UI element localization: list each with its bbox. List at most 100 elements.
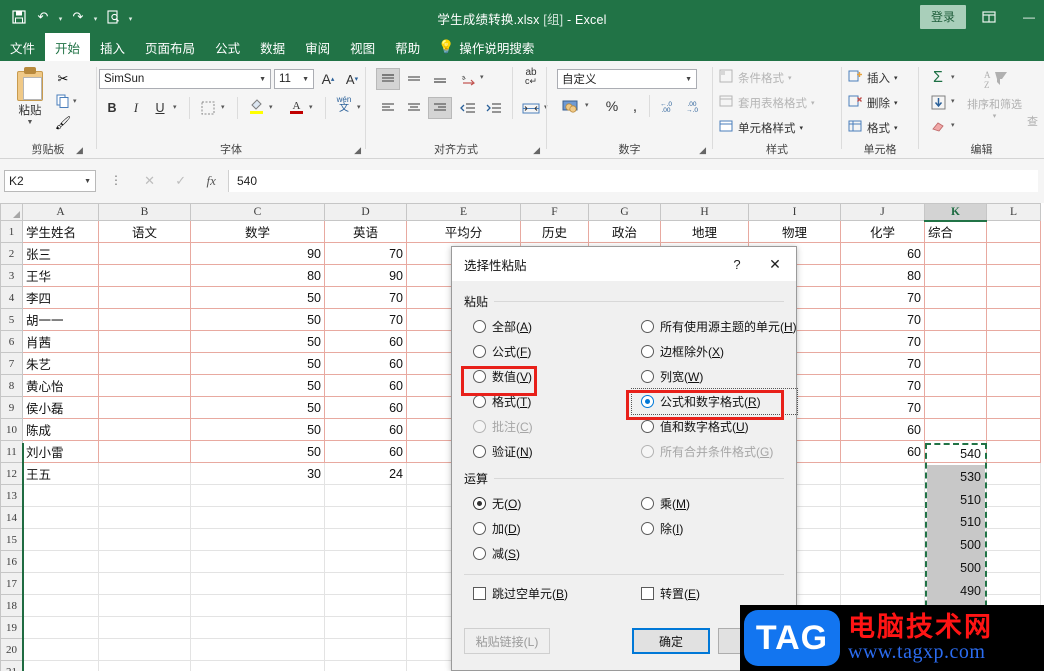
phonetic-guide-icon[interactable]: wén 文 (331, 94, 357, 116)
checkbox-option-E[interactable]: 转置(E) (632, 581, 784, 606)
number-format-combo[interactable]: 自定义 ▼ (557, 69, 697, 89)
grid-cell[interactable]: 70 (840, 286, 925, 309)
cell-styles-button[interactable]: 单元格样式 ▾ (719, 119, 803, 136)
grid-cell[interactable] (324, 616, 407, 639)
grid-cell[interactable] (190, 638, 325, 661)
merge-cells-icon[interactable] (518, 97, 544, 119)
grid-cell[interactable]: 50 (190, 330, 325, 353)
copy-dropdown-icon[interactable]: ▾ (73, 97, 77, 105)
grid-cell[interactable] (924, 396, 987, 419)
grid-cell[interactable]: 50 (190, 308, 325, 331)
redo-icon[interactable]: ↷ (67, 6, 89, 28)
grid-cell-k[interactable]: 500 (927, 557, 985, 580)
grid-cell[interactable] (840, 506, 925, 529)
tab-page-layout[interactable]: 页面布局 (135, 33, 205, 61)
row-header-2[interactable]: 2 (0, 242, 23, 265)
grid-cell[interactable]: 70 (840, 396, 925, 419)
row-header-9[interactable]: 9 (0, 396, 23, 419)
font-color-dropdown-icon[interactable]: ▾ (309, 103, 313, 111)
grid-cell[interactable]: 90 (190, 242, 325, 265)
grid-cell[interactable] (986, 528, 1041, 551)
grid-cell[interactable]: 30 (190, 462, 325, 485)
column-header-B[interactable]: B (98, 203, 191, 221)
clipboard-dialog-launcher[interactable]: ◢ (76, 145, 83, 156)
row-header-14[interactable]: 14 (0, 506, 23, 529)
grid-cell[interactable] (924, 330, 987, 353)
radio-option-M[interactable]: 乘(M) (632, 491, 784, 516)
number-dialog-launcher[interactable]: ◢ (699, 145, 706, 156)
grid-cell[interactable] (22, 484, 99, 507)
fx-icon[interactable]: fx (206, 173, 215, 189)
grid-cell[interactable]: 80 (840, 264, 925, 287)
grid-cell[interactable] (22, 506, 99, 529)
tab-file[interactable]: 文件 (0, 33, 45, 61)
grid-cell[interactable]: 语文 (98, 220, 191, 243)
column-header-D[interactable]: D (324, 203, 407, 221)
row-header-6[interactable]: 6 (0, 330, 23, 353)
grid-cell[interactable] (190, 506, 325, 529)
checkbox-option-B[interactable]: 跳过空单元(B) (464, 581, 632, 606)
grid-cell[interactable]: 60 (324, 440, 407, 463)
grid-cell[interactable]: 60 (324, 418, 407, 441)
grid-cell[interactable] (190, 594, 325, 617)
font-color-icon[interactable]: A (285, 95, 307, 117)
grid-cell[interactable]: 70 (840, 352, 925, 375)
alignment-dialog-launcher[interactable]: ◢ (533, 145, 540, 156)
align-right-icon[interactable] (428, 97, 452, 119)
autosum-dropdown-icon[interactable]: ▾ (951, 73, 955, 81)
grid-cell[interactable] (324, 506, 407, 529)
grid-cell[interactable] (324, 550, 407, 573)
orientation-icon[interactable]: a (456, 67, 480, 89)
sign-in-button[interactable]: 登录 (919, 4, 966, 29)
grid-cell[interactable]: 张三 (22, 242, 99, 265)
font-size-combo[interactable]: 11 ▼ (274, 69, 314, 89)
grid-cell[interactable] (98, 660, 191, 671)
grid-cell[interactable] (986, 462, 1041, 485)
grid-cell[interactable] (98, 374, 191, 397)
grid-cell[interactable]: 王五 (22, 462, 99, 485)
radio-option-U[interactable]: 值和数字格式(U) (632, 414, 797, 439)
grid-cell-k[interactable]: 490 (927, 580, 985, 603)
grid-cell[interactable] (98, 352, 191, 375)
customize-qat-icon[interactable]: ▾ (126, 6, 135, 28)
radio-option-R[interactable]: 公式和数字格式(R) (631, 388, 798, 415)
grid-cell[interactable]: 50 (190, 440, 325, 463)
insert-cells-button[interactable]: 插入 ▾ (848, 69, 898, 86)
grid-cell[interactable]: 60 (840, 242, 925, 265)
grid-cell[interactable] (324, 594, 407, 617)
grid-cell[interactable] (324, 660, 407, 671)
grid-cell[interactable] (98, 572, 191, 595)
grid-cell[interactable] (190, 572, 325, 595)
grid-cell[interactable] (190, 484, 325, 507)
align-top-icon[interactable] (376, 68, 400, 90)
grid-cell[interactable]: 学生姓名 (22, 220, 99, 243)
grid-cell[interactable] (324, 484, 407, 507)
row-header-15[interactable]: 15 (0, 528, 23, 551)
underline-button[interactable]: U (149, 97, 171, 119)
align-middle-icon[interactable] (402, 68, 426, 90)
tab-insert[interactable]: 插入 (90, 33, 135, 61)
grid-cell[interactable] (98, 330, 191, 353)
grid-cell[interactable] (324, 528, 407, 551)
tab-home[interactable]: 开始 (45, 33, 91, 61)
autosum-icon[interactable]: Σ (927, 67, 949, 89)
fill-color-icon[interactable] (245, 95, 267, 117)
grid-cell[interactable]: 60 (840, 418, 925, 441)
increase-font-size-icon[interactable]: A ▴ (317, 68, 339, 90)
find-select-button[interactable]: 查 (1027, 113, 1038, 129)
borders-icon[interactable] (197, 97, 219, 119)
grid-cell[interactable]: 历史 (520, 220, 589, 243)
grid-cell[interactable] (840, 528, 925, 551)
grid-cell-k[interactable]: 540 (927, 443, 985, 466)
row-header-18[interactable]: 18 (0, 594, 23, 617)
minimize-button[interactable]: — (1014, 0, 1044, 33)
grid-cell[interactable] (98, 550, 191, 573)
grid-cell[interactable]: 50 (190, 418, 325, 441)
grid-cell[interactable] (190, 528, 325, 551)
column-header-I[interactable]: I (748, 203, 841, 221)
grid-cell[interactable] (98, 484, 191, 507)
grid-cell[interactable] (190, 660, 325, 671)
grid-cell[interactable] (22, 550, 99, 573)
accounting-format-icon[interactable] (559, 95, 583, 117)
row-header-16[interactable]: 16 (0, 550, 23, 573)
